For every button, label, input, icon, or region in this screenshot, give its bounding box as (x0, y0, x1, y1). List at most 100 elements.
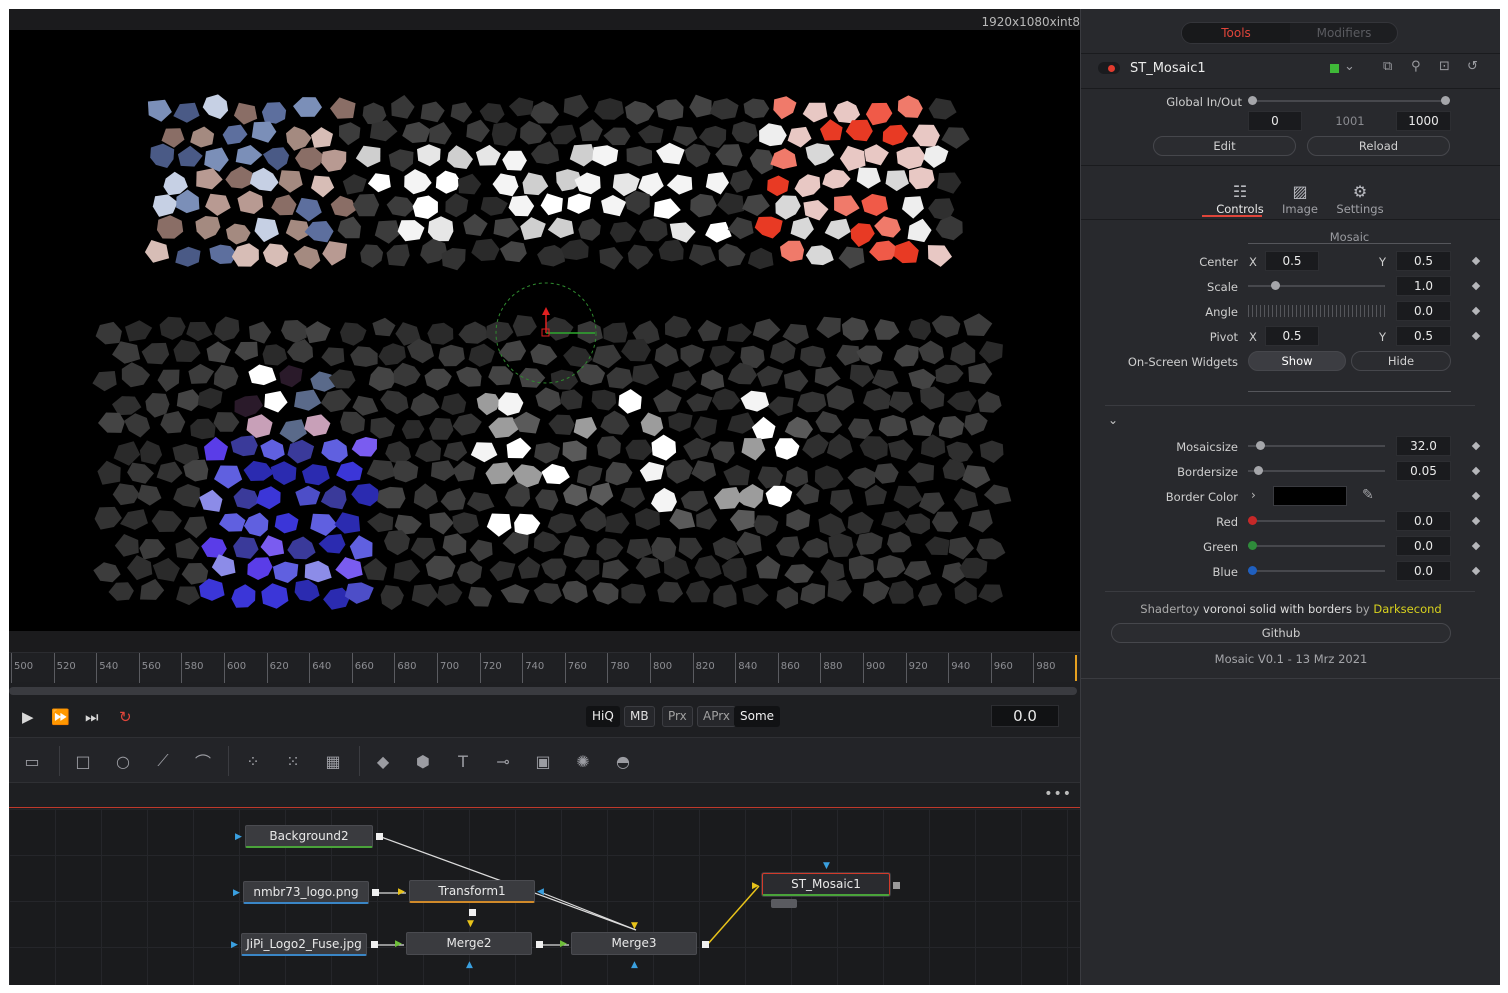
prx-button[interactable]: Prx (662, 706, 693, 727)
some-button[interactable]: Some (734, 706, 781, 727)
bordersize-slider[interactable] (1248, 470, 1385, 472)
center-y-field[interactable]: 0.5 (1396, 251, 1451, 271)
rectangle-mask-icon[interactable]: □ (70, 749, 96, 773)
particle-effect-icon[interactable]: ▦ (320, 749, 346, 773)
bordersize-handle[interactable] (1254, 466, 1263, 475)
particle-emitter-icon[interactable]: ⁘ (240, 749, 266, 773)
text-3d-icon[interactable]: T (450, 749, 476, 773)
mosaicsize-slider[interactable] (1248, 445, 1385, 447)
tool-color-swatch[interactable] (1330, 64, 1339, 73)
output-port[interactable] (469, 909, 476, 916)
background-icon[interactable]: ▭ (19, 749, 45, 773)
current-time-field[interactable]: 0.0 (991, 705, 1059, 727)
author-link[interactable]: Darksecond (1373, 602, 1441, 616)
viewer[interactable]: 1920x1080xint8 (9, 9, 1080, 652)
node-background2[interactable]: Background2 (245, 825, 373, 848)
shape-3d-icon[interactable]: ⬢ (410, 749, 436, 773)
edit-button[interactable]: Edit (1153, 136, 1296, 156)
blue-handle[interactable] (1248, 566, 1257, 575)
node-merge2[interactable]: Merge2 (406, 932, 532, 955)
pin-icon[interactable]: ⚲ (1411, 59, 1421, 74)
reload-button[interactable]: Reload (1307, 136, 1450, 156)
show-widgets-button[interactable]: Show (1248, 351, 1346, 371)
tab-controls[interactable]: ☷ Controls (1210, 182, 1270, 216)
camera-3d-icon[interactable]: ▣ (530, 749, 556, 773)
keyframe-icon[interactable] (1471, 491, 1481, 501)
blue-field[interactable]: 0.0 (1396, 561, 1451, 581)
play-icon[interactable]: ▶ (22, 708, 34, 726)
particle-render-icon[interactable]: ⁙ (280, 749, 306, 773)
skip-to-end-icon[interactable]: ⏭ (85, 708, 99, 726)
tab-image[interactable]: ▨ Image (1270, 182, 1330, 216)
tool-enable-toggle[interactable] (1098, 62, 1120, 74)
loop-icon[interactable]: ↻ (119, 708, 132, 726)
reset-icon[interactable]: ↺ (1467, 59, 1478, 74)
keyframe-icon[interactable] (1471, 516, 1481, 526)
green-slider[interactable] (1248, 545, 1385, 547)
angle-thumbwheel[interactable] (1248, 305, 1385, 317)
global-out-field[interactable]: 1000 (1396, 111, 1451, 131)
scale-handle[interactable] (1271, 281, 1280, 290)
output-port[interactable] (702, 941, 709, 948)
border-color-swatch[interactable] (1273, 486, 1347, 506)
output-port[interactable] (536, 941, 543, 948)
angle-field[interactable]: 0.0 (1396, 301, 1451, 321)
timeline-ruler[interactable]: 500 520 540 560 580 600 620 640 660 680 700 720 740 7… (9, 652, 1080, 683)
node-merge3[interactable]: Merge3 (571, 932, 697, 955)
red-slider[interactable] (1248, 520, 1385, 522)
red-field[interactable]: 0.0 (1396, 511, 1451, 531)
keyframe-icon[interactable] (1471, 441, 1481, 451)
shader-title[interactable]: voronoi solid with borders (1203, 602, 1352, 616)
chevron-down-icon[interactable]: ⌄ (1108, 413, 1118, 427)
mosaicsize-field[interactable]: 32.0 (1396, 436, 1451, 456)
green-field[interactable]: 0.0 (1396, 536, 1451, 556)
chevron-down-icon[interactable]: ⌄ (1344, 59, 1355, 74)
scale-field[interactable]: 1.0 (1396, 276, 1451, 296)
keyframe-icon[interactable] (1471, 541, 1481, 551)
hiq-button[interactable]: HiQ (586, 706, 620, 727)
node-logo-png[interactable]: nmbr73_logo.png (243, 881, 369, 904)
center-x-field[interactable]: 0.5 (1265, 251, 1319, 271)
node-st-mosaic1[interactable]: ST_Mosaic1 (762, 873, 890, 896)
blue-slider[interactable] (1248, 570, 1385, 572)
pivot-x-field[interactable]: 0.5 (1265, 326, 1319, 346)
output-port[interactable] (371, 941, 378, 948)
light-3d-icon[interactable]: ◓ (610, 749, 636, 773)
keyframe-icon[interactable] (1471, 306, 1481, 316)
polygon-mask-icon[interactable]: ⟋ (150, 749, 176, 773)
global-in-handle[interactable] (1248, 96, 1257, 105)
node-jipi-jpg[interactable]: JiPi_Logo2_Fuse.jpg (241, 933, 367, 956)
red-handle[interactable] (1248, 516, 1257, 525)
chevron-right-icon[interactable]: › (1251, 488, 1256, 502)
tab-settings[interactable]: ⚙ Settings (1330, 182, 1390, 216)
bordersize-field[interactable]: 0.05 (1396, 461, 1451, 481)
bspline-mask-icon[interactable]: ⌒ (190, 749, 216, 773)
github-button[interactable]: Github (1111, 623, 1451, 643)
playhead[interactable] (1075, 655, 1077, 681)
node-flow[interactable]: Background2 ▶ nmbr73_logo.png ▶ Transfor… (9, 809, 1080, 985)
global-range-slider[interactable] (1253, 100, 1446, 102)
eyedropper-icon[interactable]: ✎ (1362, 487, 1374, 503)
keyframe-icon[interactable] (1471, 566, 1481, 576)
viewer-canvas[interactable] (9, 30, 1080, 631)
node-transform1[interactable]: Transform1 (409, 880, 535, 903)
hide-widgets-button[interactable]: Hide (1351, 351, 1451, 371)
image-plane-3d-icon[interactable]: ◆ (370, 749, 396, 773)
keyframe-icon[interactable] (1471, 256, 1481, 266)
keyframe-icon[interactable] (1471, 466, 1481, 476)
output-port[interactable] (376, 833, 383, 840)
fast-forward-icon[interactable]: ⏩ (51, 708, 70, 726)
renderer-3d-icon[interactable]: ✺ (570, 749, 596, 773)
scale-slider[interactable] (1248, 285, 1385, 287)
tab-tools[interactable]: Tools (1182, 23, 1290, 43)
merge-3d-icon[interactable]: ⊸ (490, 749, 516, 773)
aprx-button[interactable]: APrx (697, 706, 736, 727)
more-menu-icon[interactable]: ••• (1044, 786, 1072, 802)
mosaicsize-handle[interactable] (1256, 441, 1265, 450)
time-scrubber[interactable] (9, 687, 1077, 695)
keyframe-icon[interactable] (1471, 281, 1481, 291)
tab-modifiers[interactable]: Modifiers (1290, 23, 1398, 43)
pivot-y-field[interactable]: 0.5 (1396, 326, 1451, 346)
global-out-handle[interactable] (1441, 96, 1450, 105)
lock-icon[interactable]: ⊡ (1439, 59, 1450, 74)
